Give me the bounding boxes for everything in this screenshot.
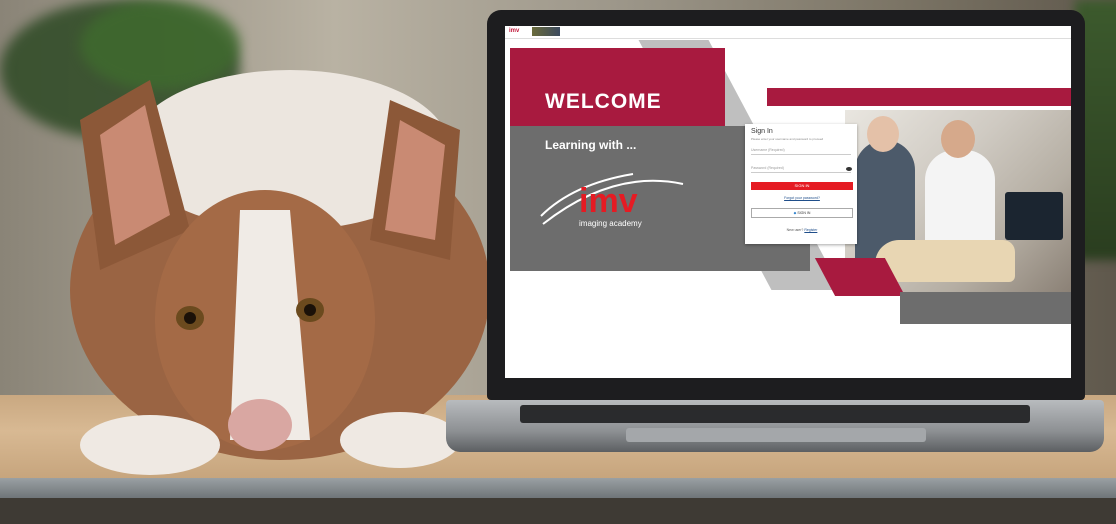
photo-patient-dog (875, 240, 1015, 282)
table-edge (0, 478, 1116, 498)
sign-in-title: Sign In (751, 128, 773, 135)
laptop-trackpad (626, 428, 926, 442)
sign-in-button[interactable]: SIGN IN (751, 182, 853, 190)
sign-in-card: Sign In Please enter your username and p… (745, 124, 857, 244)
new-user-prompt: New user? (786, 228, 804, 232)
red-stripe-right (767, 88, 1071, 106)
table-underside (0, 498, 1116, 524)
topbar-thumbnails (532, 27, 560, 36)
welcome-heading: WELCOME (545, 90, 662, 113)
sso-button-label: SIGN IN (797, 211, 811, 215)
dog (40, 40, 500, 480)
forgot-password-link[interactable]: Forgot your password? (751, 196, 853, 200)
sign-in-subtitle: Please enter your username and password … (751, 137, 824, 141)
eye-icon[interactable] (846, 167, 852, 171)
site-topbar: imv (505, 26, 1071, 39)
photo-vet-man-head (941, 120, 975, 158)
sso-sign-in-button[interactable]: ◆ SIGN IN (751, 208, 853, 218)
imv-logo-tagline: imaging academy (579, 219, 642, 228)
laptop-keyboard (520, 405, 1030, 423)
laptop-screen: imv WELCOME Learning with ... imv imagin… (505, 26, 1071, 378)
imv-logo-brand: imv (579, 182, 638, 220)
password-field[interactable]: Password (Required) (751, 164, 851, 173)
imv-logo: imv imaging academy (540, 173, 684, 228)
photo-vet-woman-head (867, 116, 899, 152)
photo-scene: imv WELCOME Learning with ... imv imagin… (0, 0, 1116, 524)
learning-with-text: Learning with ... (545, 138, 637, 152)
dog-illustration (70, 70, 490, 475)
photo-ultrasound-monitor (1005, 192, 1063, 240)
gray-band-lower (900, 292, 1071, 324)
username-field[interactable]: Username (Required) (751, 146, 851, 155)
topbar-logo[interactable]: imv (509, 28, 519, 34)
red-banner (510, 48, 725, 126)
new-user-row: New user? Register (751, 228, 853, 232)
register-link[interactable]: Register (804, 228, 817, 232)
